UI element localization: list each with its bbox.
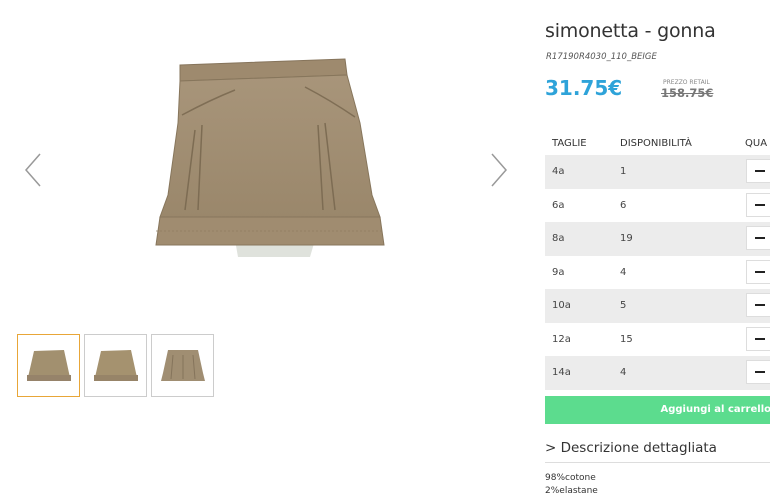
row-availability: 4 <box>620 367 627 378</box>
add-to-cart-button[interactable]: Aggiungi al carrello <box>545 396 770 424</box>
size-table: TAGLIE DISPONIBILITÀ QUA 4a 1 6a 6 8a 19… <box>545 131 770 390</box>
table-row: 9a 4 <box>545 256 770 290</box>
thumbnail-image <box>160 349 205 381</box>
qty-decrease-button[interactable] <box>746 326 770 351</box>
thumbnail-3[interactable] <box>151 334 214 397</box>
qty-decrease-button[interactable] <box>746 360 770 384</box>
thumbnail-image <box>26 349 71 381</box>
header-availability: DISPONIBILITÀ <box>620 137 692 149</box>
row-availability: 4 <box>620 266 627 278</box>
prev-image-chevron-left-icon[interactable] <box>22 150 44 190</box>
row-size: 8a <box>552 233 565 244</box>
minus-icon <box>755 270 765 273</box>
thumbnail-strip <box>17 334 214 397</box>
qty-decrease-button[interactable] <box>746 293 770 317</box>
row-size: 9a <box>552 266 565 278</box>
qty-decrease-button[interactable] <box>746 192 770 217</box>
qty-decrease-button[interactable] <box>746 259 770 284</box>
product-price: 31.75€ <box>545 76 623 100</box>
minus-icon <box>755 304 765 306</box>
product-gallery <box>0 0 530 501</box>
product-title: simonetta - gonna <box>545 20 716 42</box>
thumbnail-2[interactable] <box>84 334 147 397</box>
table-row: 4a 1 <box>545 155 770 189</box>
composition-line: 98%cotone <box>545 473 596 483</box>
thumbnail-image <box>93 349 138 381</box>
header-quantity: QUA <box>745 137 768 149</box>
product-sku: R17190R4030_110_BEIGE <box>546 52 657 62</box>
size-table-header: TAGLIE DISPONIBILITÀ QUA <box>545 131 770 155</box>
minus-icon <box>755 237 765 239</box>
product-main-image <box>155 58 385 257</box>
divider <box>545 462 770 463</box>
row-availability: 1 <box>620 166 627 177</box>
table-row: 10a 5 <box>545 289 770 323</box>
minus-icon <box>755 371 765 373</box>
row-size: 14a <box>552 367 571 378</box>
thumbnail-1[interactable] <box>17 334 80 397</box>
row-size: 12a <box>552 333 571 345</box>
table-row: 12a 15 <box>545 323 770 357</box>
qty-decrease-button[interactable] <box>746 159 770 183</box>
table-row: 14a 4 <box>545 356 770 390</box>
row-availability: 5 <box>620 300 627 311</box>
composition-line: 2%elastane <box>545 486 598 496</box>
product-info: simonetta - gonna R17190R4030_110_BEIGE … <box>545 0 770 501</box>
row-size: 10a <box>552 300 571 311</box>
minus-icon <box>755 170 765 172</box>
next-image-chevron-right-icon[interactable] <box>488 150 510 190</box>
retail-price-label: PREZZO RETAIL <box>663 79 710 86</box>
retail-price: 158.75€ <box>661 86 714 100</box>
row-availability: 19 <box>620 233 633 244</box>
qty-decrease-button[interactable] <box>746 226 770 250</box>
table-row: 8a 19 <box>545 222 770 256</box>
row-availability: 6 <box>620 199 627 211</box>
header-size: TAGLIE <box>552 137 587 149</box>
row-availability: 15 <box>620 333 633 345</box>
minus-icon <box>755 203 765 206</box>
row-size: 6a <box>552 199 565 211</box>
row-size: 4a <box>552 166 565 177</box>
detailed-description-toggle[interactable]: > Descrizione dettagliata <box>545 440 717 456</box>
table-row: 6a 6 <box>545 189 770 223</box>
minus-icon <box>755 337 765 340</box>
